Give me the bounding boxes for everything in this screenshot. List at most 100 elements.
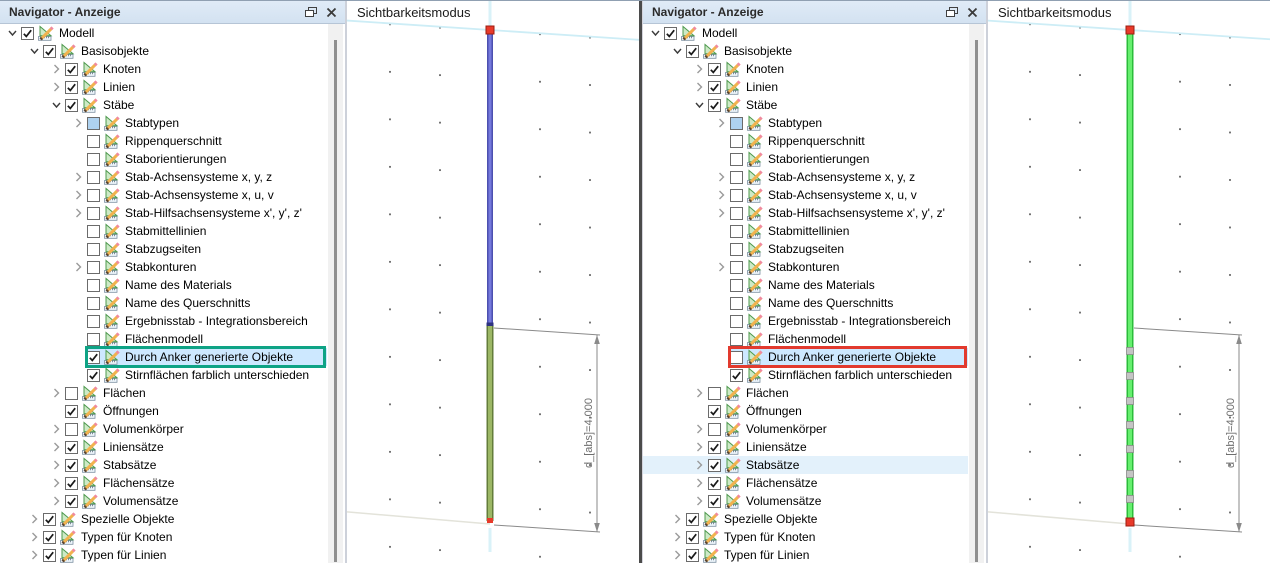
collapse-arrow-icon[interactable]	[6, 27, 21, 39]
checkbox[interactable]	[730, 242, 743, 256]
checkbox[interactable]	[708, 386, 721, 400]
expand-arrow-icon[interactable]	[671, 531, 686, 543]
tree-item-label[interactable]: Name des Querschnitts	[125, 296, 254, 310]
expand-arrow-icon[interactable]	[715, 171, 730, 183]
tree-item-typen-f-r-knoten[interactable]: Typen für Knoten	[0, 528, 327, 546]
tree-item-fl-chenmodell[interactable]: Flächenmodell	[0, 330, 327, 348]
tree-item-typen-f-r-knoten[interactable]: Typen für Knoten	[643, 528, 968, 546]
tree-item-label[interactable]: Flächenmodell	[768, 332, 850, 346]
checkbox[interactable]	[65, 494, 78, 508]
tree-item-liniens-tze[interactable]: Liniensätze	[0, 438, 327, 456]
tree-item-staborientierungen[interactable]: Staborientierungen	[643, 150, 968, 168]
checkbox[interactable]	[730, 224, 743, 238]
tree-item-linien[interactable]: Linien	[643, 78, 968, 96]
tree-item-label[interactable]: Name des Materials	[768, 278, 879, 292]
anchor-node[interactable]	[1126, 470, 1134, 478]
tree-item-label[interactable]: Rippenquerschnitt	[768, 134, 869, 148]
tree-item-fl-chens-tze[interactable]: Flächensätze	[643, 474, 968, 492]
checkbox[interactable]	[730, 134, 743, 148]
tree-item-fl-chens-tze[interactable]: Flächensätze	[0, 474, 327, 492]
checkbox[interactable]	[65, 404, 78, 418]
collapse-arrow-icon[interactable]	[28, 45, 43, 57]
tree-item-label[interactable]: Öffnungen	[103, 404, 163, 418]
checkbox[interactable]	[708, 404, 721, 418]
checkbox[interactable]	[87, 134, 100, 148]
tree-item-name-des-materials[interactable]: Name des Materials	[643, 276, 968, 294]
tree-item-label[interactable]: Stabzugseiten	[768, 242, 848, 256]
collapse-arrow-icon[interactable]	[649, 27, 664, 39]
node-bottom[interactable]	[1125, 517, 1135, 527]
expand-arrow-icon[interactable]	[50, 423, 65, 435]
expand-arrow-icon[interactable]	[671, 513, 686, 525]
tree-item-fl-chen[interactable]: Flächen	[0, 384, 327, 402]
tree-item-label[interactable]: Stirnflächen farblich unterschieden	[768, 368, 956, 382]
checkbox[interactable]	[65, 458, 78, 472]
checkbox[interactable]	[87, 152, 100, 166]
checkbox[interactable]	[708, 80, 721, 94]
tree-item-label[interactable]: Volumenkörper	[103, 422, 188, 436]
tree-item-label[interactable]: Knoten	[103, 62, 145, 76]
expand-arrow-icon[interactable]	[50, 63, 65, 75]
tree-item-label[interactable]: Stabkonturen	[125, 260, 200, 274]
tree-item-label[interactable]: Ergebnisstab - Integrationsbereich	[125, 314, 312, 328]
viewport-left[interactable]: d_[abs]=4.000 Sichtbarkeitsmodus	[347, 1, 639, 563]
tree-item-label[interactable]: Stabtypen	[125, 116, 183, 130]
checkbox[interactable]	[87, 188, 100, 202]
tree-item-stab-achsensysteme-x-u-v[interactable]: Stab-Achsensysteme x, u, v	[643, 186, 968, 204]
scrollbar-right[interactable]	[969, 24, 984, 563]
tree-item-label[interactable]: Flächensätze	[103, 476, 178, 490]
checkbox[interactable]	[87, 296, 100, 310]
tree-item-stab-hilfsachsensysteme-x-y-z[interactable]: Stab-Hilfsachsensysteme x', y', z'	[0, 204, 327, 222]
expand-arrow-icon[interactable]	[50, 441, 65, 453]
tree-item-label[interactable]: Stab-Achsensysteme x, y, z	[125, 170, 276, 184]
tree-item-stab-achsensysteme-x-y-z[interactable]: Stab-Achsensysteme x, y, z	[643, 168, 968, 186]
expand-arrow-icon[interactable]	[693, 63, 708, 75]
tree-item-label[interactable]: Durch Anker generierte Objekte	[125, 350, 297, 364]
expand-arrow-icon[interactable]	[72, 261, 87, 273]
checkbox[interactable]	[65, 62, 78, 76]
tree-item-label[interactable]: Stäbe	[746, 98, 781, 112]
tree-item-spezielle-objekte[interactable]: Spezielle Objekte	[643, 510, 968, 528]
tree-item-modell[interactable]: Modell	[0, 24, 327, 42]
checkbox[interactable]	[65, 98, 78, 112]
tree-item-label[interactable]: Spezielle Objekte	[81, 512, 178, 526]
tree-item-typen-f-r-linien[interactable]: Typen für Linien	[643, 546, 968, 563]
tree-item-stabs-tze[interactable]: Stabsätze	[0, 456, 327, 474]
tree-item-stabzugseiten[interactable]: Stabzugseiten	[643, 240, 968, 258]
tree-item-label[interactable]: Staborientierungen	[125, 152, 230, 166]
checkbox[interactable]	[65, 80, 78, 94]
checkbox[interactable]	[730, 332, 743, 346]
checkbox[interactable]	[43, 512, 56, 526]
scrollbar-left[interactable]	[328, 24, 343, 563]
tree-item-modell[interactable]: Modell	[643, 24, 968, 42]
tree-item-label[interactable]: Stab-Achsensysteme x, u, v	[768, 188, 921, 202]
tree-item-label[interactable]: Stabmittellinien	[768, 224, 853, 238]
collapse-arrow-icon[interactable]	[693, 99, 708, 111]
checkbox[interactable]	[65, 422, 78, 436]
checkbox[interactable]	[730, 368, 743, 382]
checkbox[interactable]	[87, 170, 100, 184]
checkbox[interactable]	[730, 188, 743, 202]
tree-item-label[interactable]: Öffnungen	[746, 404, 806, 418]
tree-item-label[interactable]: Typen für Linien	[81, 548, 170, 562]
checkbox[interactable]	[730, 350, 743, 364]
tree-item-knoten[interactable]: Knoten	[0, 60, 327, 78]
tree-item-rippenquerschnitt[interactable]: Rippenquerschnitt	[0, 132, 327, 150]
tree-item-stabkonturen[interactable]: Stabkonturen	[0, 258, 327, 276]
tree-item-label[interactable]: Stirnflächen farblich unterschieden	[125, 368, 313, 382]
tree-item-label[interactable]: Typen für Knoten	[81, 530, 176, 544]
tree-item-label[interactable]: Name des Querschnitts	[768, 296, 897, 310]
checkbox[interactable]	[730, 314, 743, 328]
checkbox[interactable]	[87, 260, 100, 274]
checkbox[interactable]	[686, 530, 699, 544]
tree-item-st-be[interactable]: Stäbe	[0, 96, 327, 114]
tree-item-stabmittellinien[interactable]: Stabmittellinien	[0, 222, 327, 240]
checkbox[interactable]	[87, 278, 100, 292]
tree-item-label[interactable]: Basisobjekte	[81, 44, 153, 58]
tree-item-label[interactable]: Stab-Hilfsachsensysteme x', y', z'	[125, 206, 306, 220]
tree-item-label[interactable]: Stabsätze	[746, 458, 803, 472]
checkbox[interactable]	[87, 224, 100, 238]
checkbox[interactable]	[730, 152, 743, 166]
tree-item-label[interactable]: Knoten	[746, 62, 788, 76]
anchor-node[interactable]	[1126, 421, 1134, 429]
